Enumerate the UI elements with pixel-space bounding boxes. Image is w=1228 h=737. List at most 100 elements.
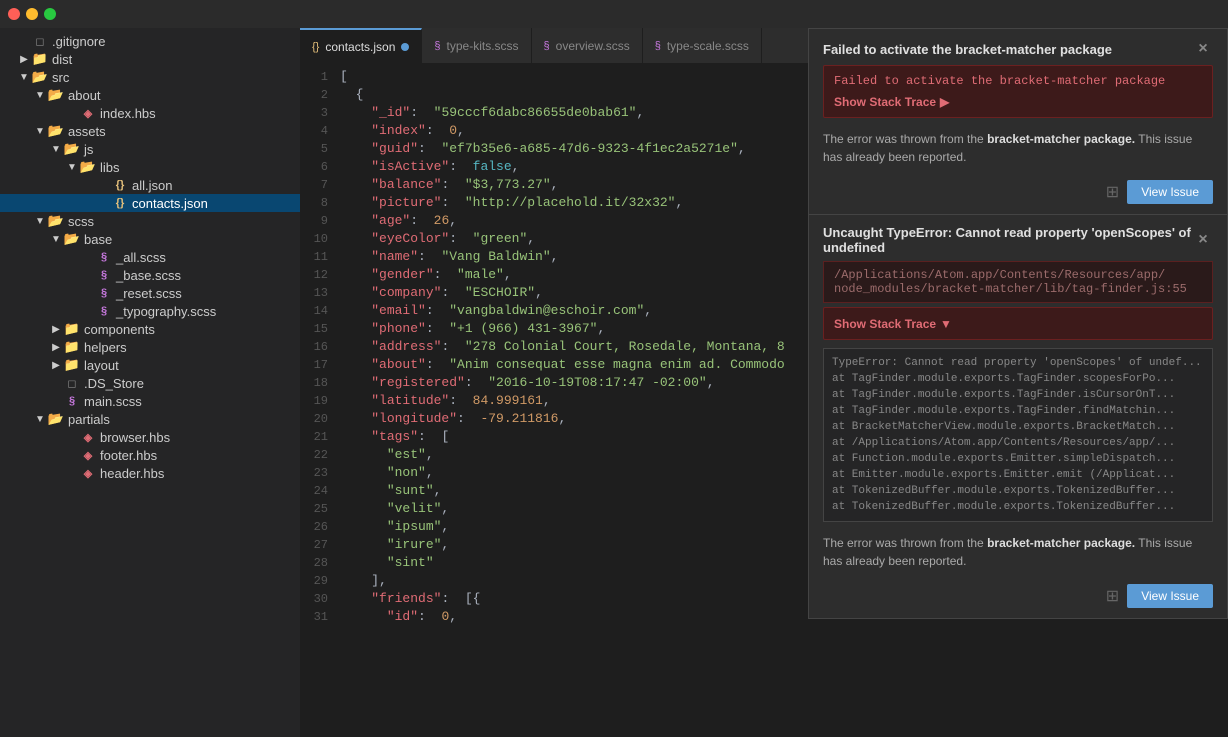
stack-line: at TokenizedBuffer.module.exports.Tokeni… [832,483,1204,499]
maximize-button[interactable] [44,8,56,20]
folder-icon: 📂 [80,159,96,175]
sidebar-item-label: scss [68,214,94,229]
line-content: "friends": [{ [340,590,480,608]
arrow-icon: ▶ [48,357,64,373]
arrow-icon: ▼ [32,411,48,427]
sidebar-item-partials[interactable]: ▼ 📂 partials [0,410,300,428]
line-number: 6 [300,158,340,176]
sidebar-item-label: layout [84,358,119,373]
stack-line: at TagFinder.module.exports.TagFinder.sc… [832,371,1204,387]
sidebar-item-reset-scss[interactable]: § _reset.scss [0,284,300,302]
sidebar-item-label: browser.hbs [100,430,170,445]
sidebar-item-ds-store[interactable]: ◻ .DS_Store [0,374,300,392]
notification-panel-1: Failed to activate the bracket-matcher p… [808,28,1228,215]
line-content: "_id": "59cccf6dabc86655de0bab61", [340,104,644,122]
notification-title-2: Uncaught TypeError: Cannot read property… [823,225,1193,255]
sidebar-item-base-scss[interactable]: § _base.scss [0,266,300,284]
arrow-icon [96,177,112,193]
show-stack-trace-1[interactable]: Show Stack Trace ▶ [834,95,949,109]
minimize-button[interactable] [26,8,38,20]
close-button[interactable] [8,8,20,20]
scss-file-icon: § [434,40,440,52]
line-content: "sunt", [340,482,441,500]
file-scss-icon: § [96,285,112,301]
sidebar-item-typography-scss[interactable]: § _typography.scss [0,302,300,320]
body-text-2: The error was thrown from the [823,536,987,550]
arrow-icon [48,393,64,409]
arrow-icon: ▼ [48,141,64,157]
sidebar-item-components[interactable]: ▶ 📁 components [0,320,300,338]
sidebar-item-browser-hbs[interactable]: ◈ browser.hbs [0,428,300,446]
stack-line: at TagFinder.module.exports.TagFinder.fi… [832,403,1204,419]
show-stack-trace-2[interactable]: Show Stack Trace ▼ [834,317,952,331]
stack-trace-box: TypeError: Cannot read property 'openSco… [823,348,1213,522]
line-content: { [340,86,363,104]
tab-label: overview.scss [556,39,630,53]
sidebar-item-label: src [52,70,69,85]
sidebar-item-main-scss[interactable]: § main.scss [0,392,300,410]
sidebar-item-footer-hbs[interactable]: ◈ footer.hbs [0,446,300,464]
sidebar-item-index-hbs[interactable]: ◈ index.hbs [0,104,300,122]
line-number: 16 [300,338,340,356]
line-number: 23 [300,464,340,482]
view-issue-button-2[interactable]: View Issue [1127,584,1213,608]
notification-close-2[interactable]: × [1193,230,1213,250]
sidebar-item-assets[interactable]: ▼ 📂 assets [0,122,300,140]
sidebar-item-all-json[interactable]: {} all.json [0,176,300,194]
tab-overview-scss[interactable]: § overview.scss [532,28,643,63]
sidebar-item-layout[interactable]: ▶ 📁 layout [0,356,300,374]
notification-header-1: Failed to activate the bracket-matcher p… [809,29,1227,65]
sidebar-item-dist[interactable]: ▶ 📁 dist [0,50,300,68]
sidebar-item-js[interactable]: ▼ 📂 js [0,140,300,158]
line-content: "company": "ESCHOIR", [340,284,543,302]
view-issue-button-1[interactable]: View Issue [1127,180,1213,204]
arrow-icon [16,33,32,49]
sidebar-item-gitignore[interactable]: ◻ .gitignore [0,32,300,50]
sidebar-item-scss[interactable]: ▼ 📂 scss [0,212,300,230]
stack-line: at TokenizedBuffer.module.exports.Tokeni… [832,499,1204,515]
line-number: 4 [300,122,340,140]
sidebar-item-label: libs [100,160,120,175]
arrow-icon [64,465,80,481]
stack-line: at Function.module.exports.Emitter.simpl… [832,451,1204,467]
sidebar-item-contacts-json[interactable]: {} contacts.json [0,194,300,212]
sidebar-item-about[interactable]: ▼ 📂 about [0,86,300,104]
arrow-icon: ▼ [32,87,48,103]
body-text-1: The error was thrown from the [823,132,987,146]
file-scss-icon: § [96,249,112,265]
tab-type-scale-scss[interactable]: § type-scale.scss [643,28,762,63]
error-path-box: /Applications/Atom.app/Contents/Resource… [823,261,1213,303]
line-number: 9 [300,212,340,230]
line-number: 12 [300,266,340,284]
notification-header-2: Uncaught TypeError: Cannot read property… [809,215,1227,261]
sidebar-item-header-hbs[interactable]: ◈ header.hbs [0,464,300,482]
sidebar-item-label: _base.scss [116,268,181,283]
tab-type-kits-scss[interactable]: § type-kits.scss [422,28,531,63]
line-content: "irure", [340,536,449,554]
line-number: 10 [300,230,340,248]
tab-contacts-json[interactable]: {} contacts.json [300,28,422,63]
editor-area: {} contacts.json § type-kits.scss § over… [300,28,1228,737]
sidebar-item-all-scss[interactable]: § _all.scss [0,248,300,266]
show-stack-trace-label-2: Show Stack Trace [834,317,936,331]
arrow-icon [64,105,80,121]
sidebar-item-label: partials [68,412,110,427]
line-content: "name": "Vang Baldwin", [340,248,558,266]
sidebar-item-base[interactable]: ▼ 📂 base [0,230,300,248]
file-scss-icon: § [64,393,80,409]
line-number: 13 [300,284,340,302]
folder-icon: 📂 [48,213,64,229]
folder-icon: 📂 [48,411,64,427]
arrow-icon: ▼ [48,231,64,247]
sidebar-item-label: all.json [132,178,172,193]
scss-file-icon: § [655,40,661,52]
tab-label: contacts.json [325,40,395,54]
line-content: "ipsum", [340,518,449,536]
sidebar-item-libs[interactable]: ▼ 📂 libs [0,158,300,176]
sidebar-item-src[interactable]: ▼ 📂 src [0,68,300,86]
file-hbs-icon: ◈ [80,105,96,121]
sidebar-item-helpers[interactable]: ▶ 📁 helpers [0,338,300,356]
notification-close-1[interactable]: × [1193,39,1213,59]
notification-footer-1: ⊞ View Issue [809,174,1227,214]
line-content: "tags": [ [340,428,449,446]
